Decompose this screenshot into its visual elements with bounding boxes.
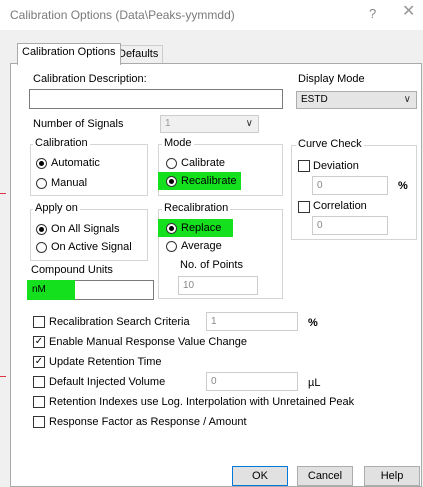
chevron-down-icon: ∨ [245,118,253,129]
close-icon[interactable]: ✕ [402,4,415,20]
red-edge-mark [0,193,6,194]
no-of-points-input[interactable]: 10 [178,276,258,295]
manual-response-label: Enable Manual Response Value Change [49,336,247,348]
default-volume-input[interactable]: 0 [206,372,298,391]
chevron-down-icon: ∨ [403,94,411,105]
default-volume-unit: µL [308,377,321,389]
tab-calibration-options[interactable]: Calibration Options [17,43,121,65]
compound-units-label: Compound Units [31,264,113,276]
calibration-description-label: Calibration Description: [33,73,147,85]
update-rt-checkbox[interactable]: ✓ [33,356,45,368]
curve-check-label: Curve Check [296,138,364,150]
correlation-input[interactable]: 0 [312,216,388,235]
mode-group-label: Mode [162,137,194,149]
window-title: Calibration Options (Data\Peaks-yymmdd) [10,8,235,22]
recal-search-checkbox[interactable] [33,316,45,328]
update-rt-label: Update Retention Time [49,356,162,368]
red-edge-mark [0,376,6,377]
calibrate-radio[interactable] [166,158,177,169]
correlation-label: Correlation [313,200,367,212]
manual-label: Manual [51,177,88,189]
apply-on-label: Apply on [33,202,80,214]
default-volume-checkbox[interactable] [33,376,45,388]
compound-units-value: nM [27,280,75,300]
ri-log-label: Retention Indexes use Log. Interpolation… [49,396,355,408]
recalibration-label: Recalibration [162,202,231,214]
replace-radio[interactable] [166,223,177,234]
on-all-signals-radio[interactable] [36,224,47,235]
deviation-label: Deviation [313,160,359,172]
help-icon[interactable]: ? [369,6,376,21]
default-volume-label: Default Injected Volume [49,376,166,388]
recal-search-label: Recalibration Search Criteria [49,316,190,328]
correlation-checkbox[interactable] [298,201,310,213]
deviation-unit: % [398,180,408,192]
automatic-label: Automatic [51,157,100,169]
help-button[interactable]: Help [364,466,420,486]
rf-response-checkbox[interactable] [33,416,45,428]
replace-label: Replace [181,222,222,234]
recal-search-input[interactable]: 1 [206,312,298,331]
on-active-signal-label: On Active Signal [51,241,132,253]
deviation-input[interactable]: 0 [312,176,388,195]
apply-on-group [30,209,148,261]
title-bar: Calibration Options (Data\Peaks-yymmdd) … [0,0,423,30]
recalibrate-label: Recalibrate [181,175,237,187]
manual-response-checkbox[interactable]: ✓ [33,336,45,348]
number-of-signals-label: Number of Signals [33,118,124,130]
recal-search-unit: % [308,317,318,329]
ri-log-checkbox[interactable] [33,396,45,408]
number-of-signals-select[interactable]: 1 ∨ [160,115,259,133]
display-mode-label: Display Mode [298,73,365,85]
cancel-button[interactable]: Cancel [297,466,353,486]
calibrate-label: Calibrate [181,157,226,169]
calibration-group [30,144,148,196]
ok-button[interactable]: OK [232,466,288,486]
display-mode-select[interactable]: ESTD ∨ [296,91,417,109]
on-all-signals-label: On All Signals [51,223,120,235]
recalibrate-radio[interactable] [166,176,177,187]
automatic-radio[interactable] [36,158,47,169]
deviation-checkbox[interactable] [298,160,310,172]
calibration-description-input[interactable] [29,89,283,109]
no-of-points-label: No. of Points [180,259,243,271]
rf-response-label: Response Factor as Response / Amount [49,416,247,428]
manual-radio[interactable] [36,178,47,189]
calibration-options-dialog: Calibration Options (Data\Peaks-yymmdd) … [0,0,423,487]
average-label: Average [181,240,222,252]
calibration-group-label: Calibration [33,137,90,149]
on-active-signal-radio[interactable] [36,242,47,253]
average-radio[interactable] [166,241,177,252]
